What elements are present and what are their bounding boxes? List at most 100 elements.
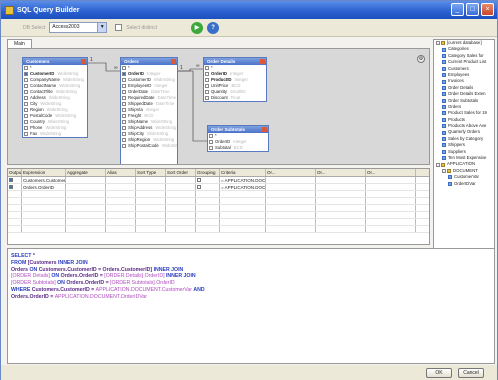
grid-column-header[interactable]: Criteria bbox=[220, 169, 266, 176]
grid-cell[interactable] bbox=[8, 184, 22, 190]
table-title[interactable]: Order Details bbox=[204, 58, 266, 65]
grid-cell[interactable] bbox=[136, 205, 166, 211]
query-diagram[interactable]: 1 ∞ 1 ∞ Customers * CustomerID WideString C… bbox=[7, 48, 430, 165]
grid-cell[interactable] bbox=[316, 219, 366, 225]
field-checkbox[interactable] bbox=[24, 84, 28, 88]
chevron-down-icon[interactable]: ▼ bbox=[97, 23, 107, 32]
grid-cell[interactable] bbox=[316, 198, 366, 204]
grid-cell[interactable] bbox=[66, 184, 106, 190]
grid-row-empty[interactable] bbox=[8, 198, 429, 205]
grid-cell[interactable] bbox=[196, 184, 220, 190]
grouping-checkbox[interactable] bbox=[197, 185, 201, 189]
field-checkbox[interactable] bbox=[122, 108, 126, 112]
field-checkbox[interactable] bbox=[122, 84, 126, 88]
grid-cell[interactable] bbox=[166, 191, 196, 197]
field-checkbox[interactable] bbox=[24, 126, 28, 130]
grid-cell[interactable] bbox=[166, 205, 196, 211]
field-checkbox[interactable] bbox=[122, 66, 126, 70]
settings-icon[interactable]: ⚙ bbox=[417, 55, 425, 63]
grid-cell[interactable] bbox=[266, 198, 316, 204]
collapse-icon[interactable]: - bbox=[436, 162, 440, 167]
grid-row-empty[interactable] bbox=[8, 212, 429, 219]
help-icon[interactable]: ? bbox=[207, 21, 220, 34]
field-checkbox[interactable] bbox=[205, 72, 209, 76]
grid-cell[interactable] bbox=[316, 177, 366, 183]
grid-cell[interactable] bbox=[220, 212, 266, 218]
grid-row-empty[interactable] bbox=[8, 219, 429, 226]
run-icon[interactable]: ▶ bbox=[191, 21, 204, 34]
grid-cell[interactable] bbox=[106, 191, 136, 197]
grid-cell[interactable] bbox=[22, 212, 66, 218]
field-checkbox[interactable] bbox=[205, 84, 209, 88]
grid-cell[interactable] bbox=[66, 205, 106, 211]
grid-cell[interactable] bbox=[366, 184, 416, 190]
field-row[interactable]: Discount Float bbox=[204, 95, 266, 101]
field-checkbox[interactable] bbox=[24, 78, 28, 82]
grid-cell[interactable]: = APPLICATION.DOCUMENT bbox=[220, 177, 266, 183]
field-checkbox[interactable] bbox=[122, 120, 126, 124]
grid-cell[interactable] bbox=[8, 212, 22, 218]
table-title[interactable]: Customers bbox=[23, 58, 87, 65]
grid-cell[interactable] bbox=[316, 212, 366, 218]
field-checkbox[interactable] bbox=[24, 102, 28, 106]
grid-cell[interactable] bbox=[166, 198, 196, 204]
cancel-button[interactable]: Cancel bbox=[458, 368, 484, 378]
grid-cell[interactable] bbox=[196, 191, 220, 197]
grid-cell[interactable]: Orders.OrderID bbox=[22, 184, 66, 190]
grid-cell[interactable] bbox=[166, 177, 196, 183]
output-checkbox[interactable] bbox=[9, 185, 13, 189]
grid-column-header[interactable]: Aggregate bbox=[66, 169, 106, 176]
grid-cell[interactable] bbox=[66, 177, 106, 183]
grid-column-header[interactable]: Expression bbox=[22, 169, 66, 176]
grid-cell[interactable] bbox=[196, 226, 220, 232]
select-distinct-checkbox[interactable] bbox=[115, 24, 123, 31]
grid-cell[interactable] bbox=[66, 191, 106, 197]
grid-cell[interactable] bbox=[266, 205, 316, 211]
field-checkbox[interactable] bbox=[24, 108, 28, 112]
grid-cell[interactable] bbox=[196, 177, 220, 183]
tab-main[interactable]: Main bbox=[7, 39, 32, 48]
grid-cell[interactable] bbox=[220, 219, 266, 225]
grid-cell[interactable] bbox=[266, 191, 316, 197]
grid-row[interactable]: Customers.CustomerID = APPLICATION.DOCUME… bbox=[8, 177, 429, 184]
table-orders[interactable]: Orders * OrderID Integer CustomerID WideStri… bbox=[120, 57, 178, 164]
grid-cell[interactable] bbox=[366, 212, 416, 218]
grid-cell[interactable] bbox=[106, 198, 136, 204]
close-icon[interactable] bbox=[171, 59, 176, 64]
field-checkbox[interactable] bbox=[209, 146, 213, 150]
grid-cell[interactable] bbox=[66, 219, 106, 225]
collapse-icon[interactable]: - bbox=[442, 169, 446, 173]
grid-row-empty[interactable] bbox=[8, 191, 429, 198]
grid-cell[interactable] bbox=[266, 226, 316, 232]
grid-cell[interactable] bbox=[136, 198, 166, 204]
field-checkbox[interactable] bbox=[24, 132, 28, 136]
field-checkbox[interactable] bbox=[24, 96, 28, 100]
grid-cell[interactable] bbox=[66, 226, 106, 232]
grid-cell[interactable] bbox=[8, 191, 22, 197]
grid-cell[interactable] bbox=[366, 191, 416, 197]
ok-button[interactable]: OK bbox=[426, 368, 452, 378]
grid-column-header[interactable]: Output bbox=[8, 169, 22, 176]
grid-cell[interactable] bbox=[316, 191, 366, 197]
grid-column-header[interactable]: Alias bbox=[106, 169, 136, 176]
grid-cell[interactable] bbox=[136, 191, 166, 197]
grouping-checkbox[interactable] bbox=[197, 178, 201, 182]
field-checkbox[interactable] bbox=[209, 134, 213, 138]
grid-cell[interactable] bbox=[220, 205, 266, 211]
field-checkbox[interactable] bbox=[122, 102, 126, 106]
grid-cell[interactable] bbox=[106, 226, 136, 232]
grid-row-empty[interactable] bbox=[8, 205, 429, 212]
object-tree[interactable]: - [current database] Categories Category Sa… bbox=[433, 39, 495, 269]
database-select[interactable]: Access2003 ▼ bbox=[49, 22, 108, 33]
grid-cell[interactable] bbox=[316, 226, 366, 232]
grid-column-header[interactable]: Or... bbox=[266, 169, 316, 176]
grid-cell[interactable] bbox=[22, 205, 66, 211]
grid-column-header[interactable]: Sort Order bbox=[166, 169, 196, 176]
grid-cell[interactable] bbox=[166, 219, 196, 225]
field-checkbox[interactable] bbox=[122, 144, 126, 148]
grid-cell[interactable] bbox=[220, 191, 266, 197]
grid-cell[interactable] bbox=[266, 219, 316, 225]
grid-cell[interactable] bbox=[366, 177, 416, 183]
close-icon[interactable] bbox=[262, 127, 267, 132]
grid-cell[interactable] bbox=[220, 198, 266, 204]
